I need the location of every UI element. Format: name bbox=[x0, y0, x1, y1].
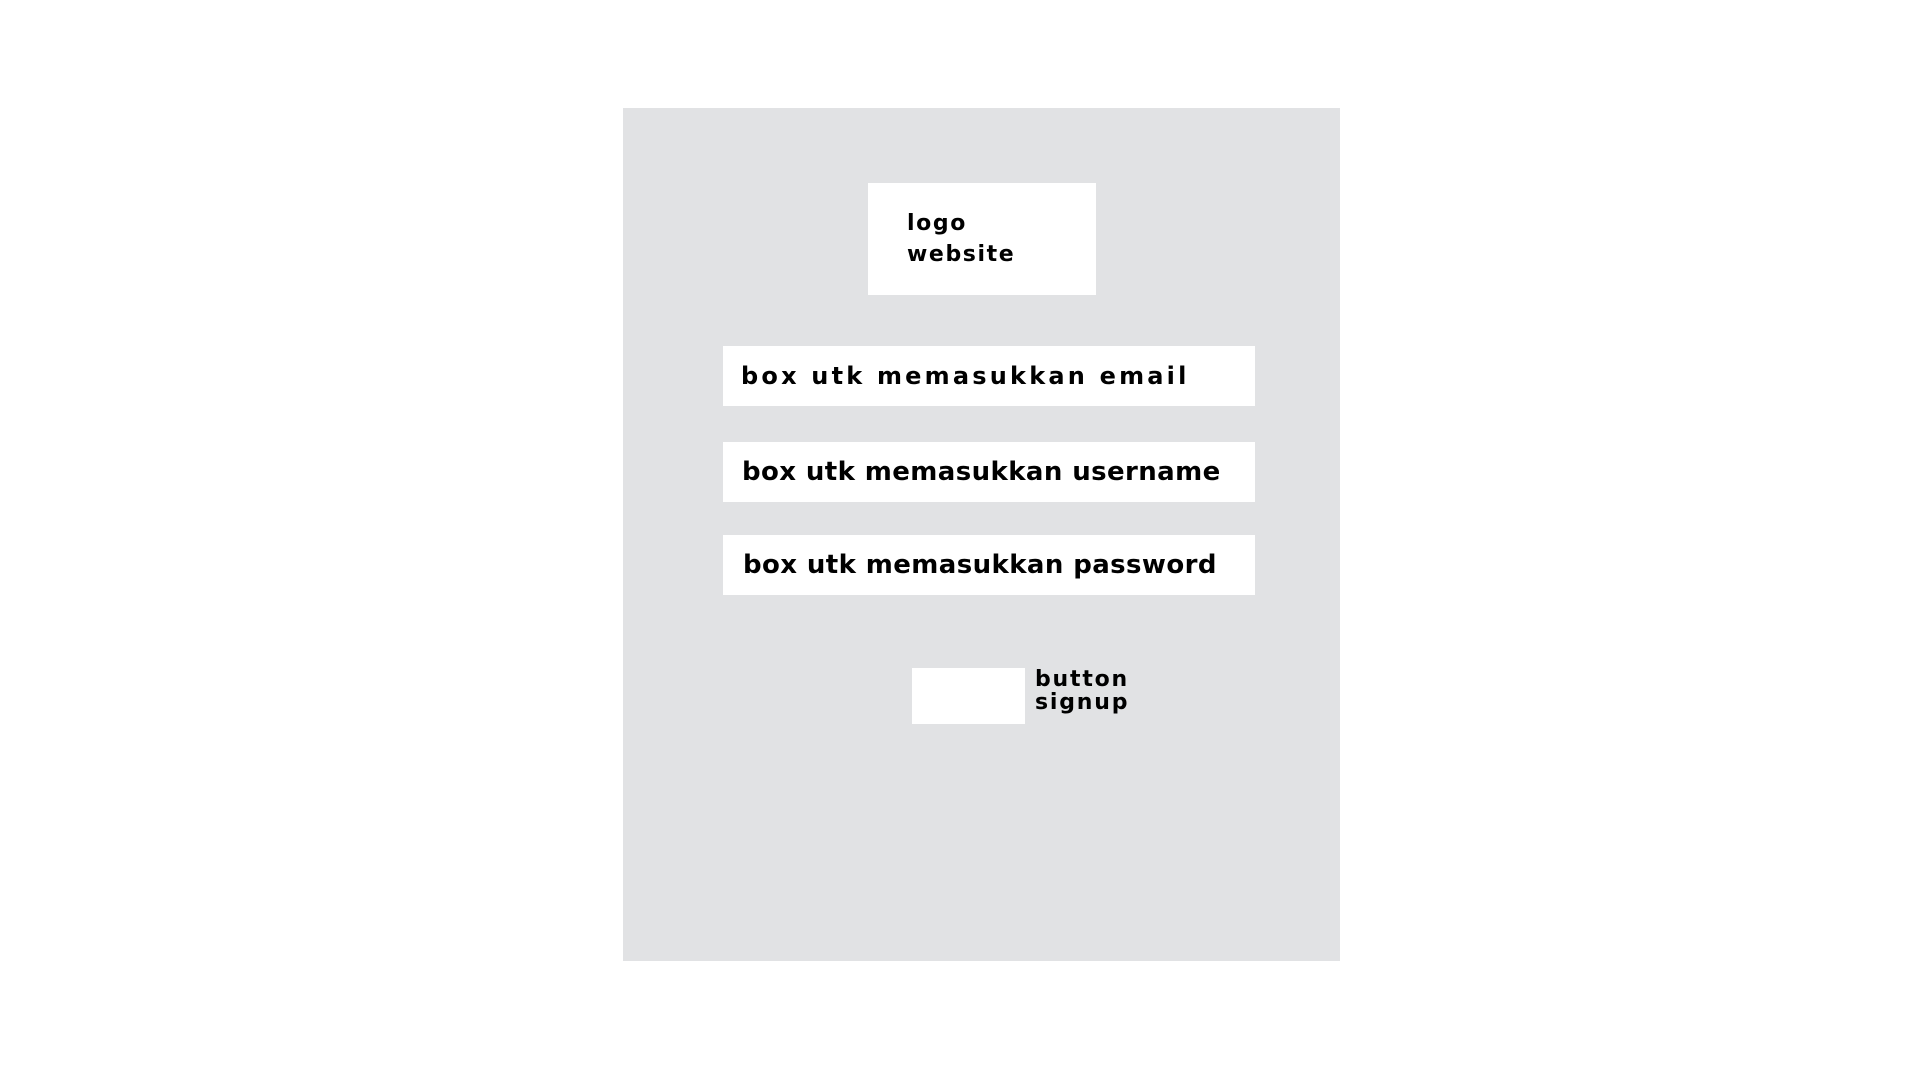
signup-label-line2: signup bbox=[1035, 690, 1130, 715]
username-field-label: box utk memasukkan username bbox=[742, 457, 1221, 487]
signup-button[interactable] bbox=[912, 668, 1025, 724]
password-field[interactable]: box utk memasukkan password bbox=[723, 535, 1255, 595]
logo-text-line1: logo bbox=[907, 211, 967, 236]
password-field-label: box utk memasukkan password bbox=[743, 550, 1217, 580]
username-field[interactable]: box utk memasukkan username bbox=[723, 442, 1255, 502]
signup-label-line1: button bbox=[1035, 667, 1130, 692]
logo-text-line2: website bbox=[907, 242, 1016, 267]
email-field-label: box utk memasukkan email bbox=[741, 362, 1190, 390]
signup-button-label: button signup bbox=[1035, 668, 1129, 714]
page: logo website box utk memasukkan email bo… bbox=[0, 0, 1920, 1080]
signup-panel: logo website box utk memasukkan email bo… bbox=[623, 108, 1340, 961]
email-field[interactable]: box utk memasukkan email bbox=[723, 346, 1255, 406]
logo-placeholder: logo website bbox=[868, 183, 1096, 295]
